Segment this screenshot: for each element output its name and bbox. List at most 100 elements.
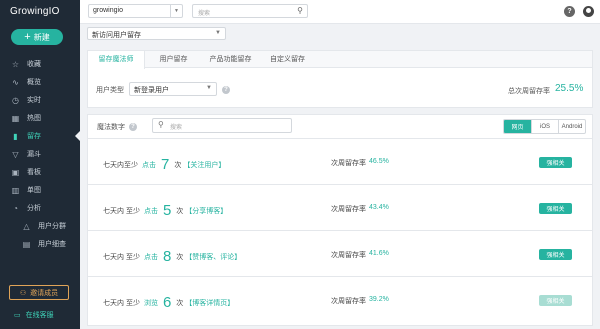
plus-icon: + — [24, 30, 31, 43]
online-service-link[interactable]: ▭ 在线客服 — [0, 306, 80, 324]
sidebar-item-label: 分析 — [27, 205, 41, 212]
invite-members-button[interactable]: ⚇ 邀请成员 — [9, 285, 69, 300]
correlation-badge: 强相关 — [539, 295, 572, 306]
invite-label: 邀请成员 — [30, 289, 59, 297]
sidebar-item-label: 单图 — [27, 187, 41, 194]
platform-ios[interactable]: iOS — [531, 120, 558, 133]
sidebar-item-realtime[interactable]: ◷ 实时 — [0, 91, 80, 109]
rate-value: 39.2% — [369, 296, 389, 303]
magic-search-input[interactable]: ⚲ 搜索 — [152, 118, 292, 133]
sidebar-item-funnel[interactable]: ▽ 漏斗 — [0, 145, 80, 163]
magic-row: 七天内至少 点击 7 次 【关注用户】 次周留存率 46.5% 强相关 — [88, 139, 592, 185]
segment-icon: △ — [23, 221, 30, 231]
project-select[interactable]: growingio ▼ — [88, 4, 183, 18]
magic-row: 七天内 至少 点击 8 次 【赞博客、评论】 次周留存率 41.6% 强相关 — [88, 231, 592, 277]
total-retention-value: 25.5% — [555, 83, 584, 94]
sidebar-item-label: 漏斗 — [27, 151, 41, 158]
sidebar-item-label: 看板 — [27, 169, 41, 176]
analysis-icon: ◔ — [13, 203, 18, 213]
project-select-value: growingio — [93, 7, 123, 14]
sidebar-item-user-detail[interactable]: ▤ 用户细查 — [0, 235, 80, 253]
sidebar-item-dashboard[interactable]: ▣ 看板 — [0, 163, 80, 181]
condition-count: 6 — [162, 294, 172, 311]
retention-tabs: 留存魔法师 用户留存 产品功能留存 自定义留存 — [88, 51, 592, 69]
new-button[interactable]: + 新建 — [11, 29, 63, 45]
user-avatar-icon[interactable] — [583, 6, 594, 17]
magic-numbers-label: 魔法数字 — [97, 124, 125, 131]
condition-action: 点击 — [143, 208, 158, 215]
sidebar-item-user-segments[interactable]: △ 用户分群 — [0, 217, 80, 235]
magic-row: 七天内 至少 浏览 6 次 【博客详情页】 次周留存率 39.2% 强相关 — [88, 277, 592, 323]
condition-unit: 次 — [176, 300, 184, 307]
tab-feature-retention[interactable]: 产品功能留存 — [202, 51, 259, 67]
chevron-down-icon: ▼ — [170, 5, 182, 17]
sidebar-item-retention[interactable]: ▮ 留存 — [0, 127, 80, 145]
rate-value: 46.5% — [369, 158, 389, 165]
person-icon: ⚇ — [19, 289, 27, 297]
condition-unit: 次 — [176, 208, 184, 215]
funnel-icon: ▽ — [12, 149, 19, 159]
info-icon[interactable]: ? — [222, 86, 230, 94]
sidebar-item-favorites[interactable]: ☆ 收藏 — [0, 55, 80, 73]
platform-web[interactable]: 网页 — [504, 120, 531, 133]
sidebar-item-single-chart[interactable]: ▥ 单图 — [0, 181, 80, 199]
app-logo: GrowingIO — [10, 6, 60, 17]
sidebar-item-label: 留存 — [27, 133, 41, 140]
condition-event[interactable]: 【分享博客】 — [185, 206, 227, 216]
sidebar-nav: ☆ 收藏 ∿ 概览 ◷ 实时 ▦ 热图 ▮ 留存 ▽ 漏斗 ▣ 看板 ▥ 单图 — [0, 55, 80, 253]
service-label: 在线客服 — [25, 312, 54, 319]
user-type-select[interactable]: 新登录用户 ▼ — [129, 82, 217, 96]
info-icon[interactable]: ? — [129, 123, 137, 131]
chart-icon: ▥ — [11, 185, 20, 195]
chevron-down-icon: ▼ — [215, 30, 221, 36]
magic-numbers-header: 魔法数字 ? ⚲ 搜索 网页 iOS Android — [88, 115, 592, 139]
tab-custom-retention[interactable]: 自定义留存 — [259, 51, 316, 67]
sidebar-item-label: 用户分群 — [38, 223, 66, 230]
star-icon: ☆ — [11, 59, 20, 69]
condition-event[interactable]: 【赞博客、评论】 — [185, 252, 241, 262]
condition-event[interactable]: 【关注用户】 — [183, 160, 225, 170]
rate-label: 次周留存率 — [331, 160, 366, 167]
sidebar-item-label: 实时 — [27, 97, 41, 104]
search-icon: ⚲ — [297, 6, 303, 15]
sidebar-item-overview[interactable]: ∿ 概览 — [0, 73, 80, 91]
chat-icon: ▭ — [14, 312, 21, 319]
correlation-badge: 强相关 — [539, 249, 572, 260]
rate-value: 41.6% — [369, 250, 389, 257]
search-placeholder: 搜索 — [198, 11, 211, 17]
top-bar: growingio ▼ 搜索 ⚲ ? — [80, 0, 600, 24]
tab-user-retention[interactable]: 用户留存 — [145, 51, 202, 67]
condition-prefix: 七天内 至少 — [103, 300, 140, 307]
magic-condition: 七天内 至少 点击 8 次 【赞博客、评论】 — [103, 247, 241, 264]
search-icon: ⚲ — [158, 120, 164, 129]
magic-numbers-panel: 魔法数字 ? ⚲ 搜索 网页 iOS Android 七天内至少 点击 7 次 … — [87, 114, 593, 326]
detail-icon: ▤ — [22, 239, 31, 249]
chevron-down-icon: ▼ — [206, 85, 212, 91]
platform-android[interactable]: Android — [558, 120, 585, 133]
correlation-badge: 强相关 — [539, 203, 572, 214]
condition-count: 5 — [162, 202, 172, 219]
clock-icon: ◷ — [12, 95, 19, 105]
dashboard-icon: ▣ — [11, 167, 20, 177]
rate-value: 43.4% — [369, 204, 389, 211]
sidebar-item-analysis[interactable]: ◔ 分析 — [0, 199, 80, 217]
sidebar-item-label: 收藏 — [27, 61, 41, 68]
global-search-input[interactable]: 搜索 ⚲ — [192, 4, 308, 18]
correlation-badge: 强相关 — [539, 157, 572, 168]
rate-label: 次周留存率 — [331, 298, 366, 305]
tab-retention-magician[interactable]: 留存魔法师 — [88, 51, 145, 69]
condition-prefix: 七天内 至少 — [103, 254, 140, 261]
user-type-value: 新登录用户 — [134, 87, 169, 94]
condition-action: 点击 — [143, 254, 158, 261]
rate-label: 次周留存率 — [331, 252, 366, 259]
report-select-value: 新访问用户留存 — [92, 32, 141, 39]
help-icon[interactable]: ? — [564, 6, 575, 17]
sidebar-item-heatmap[interactable]: ▦ 热图 — [0, 109, 80, 127]
sidebar-item-label: 概览 — [27, 79, 41, 86]
condition-action: 点击 — [142, 162, 156, 169]
magic-condition: 七天内 至少 浏览 6 次 【博客详情页】 — [103, 293, 234, 311]
condition-event[interactable]: 【博客详情页】 — [185, 298, 234, 308]
magic-row: 七天内 至少 点击 5 次 【分享博客】 次周留存率 43.4% 强相关 — [88, 185, 592, 231]
sidebar-item-label: 用户细查 — [38, 241, 66, 248]
report-select[interactable]: 新访问用户留存 ▼ — [87, 27, 226, 40]
